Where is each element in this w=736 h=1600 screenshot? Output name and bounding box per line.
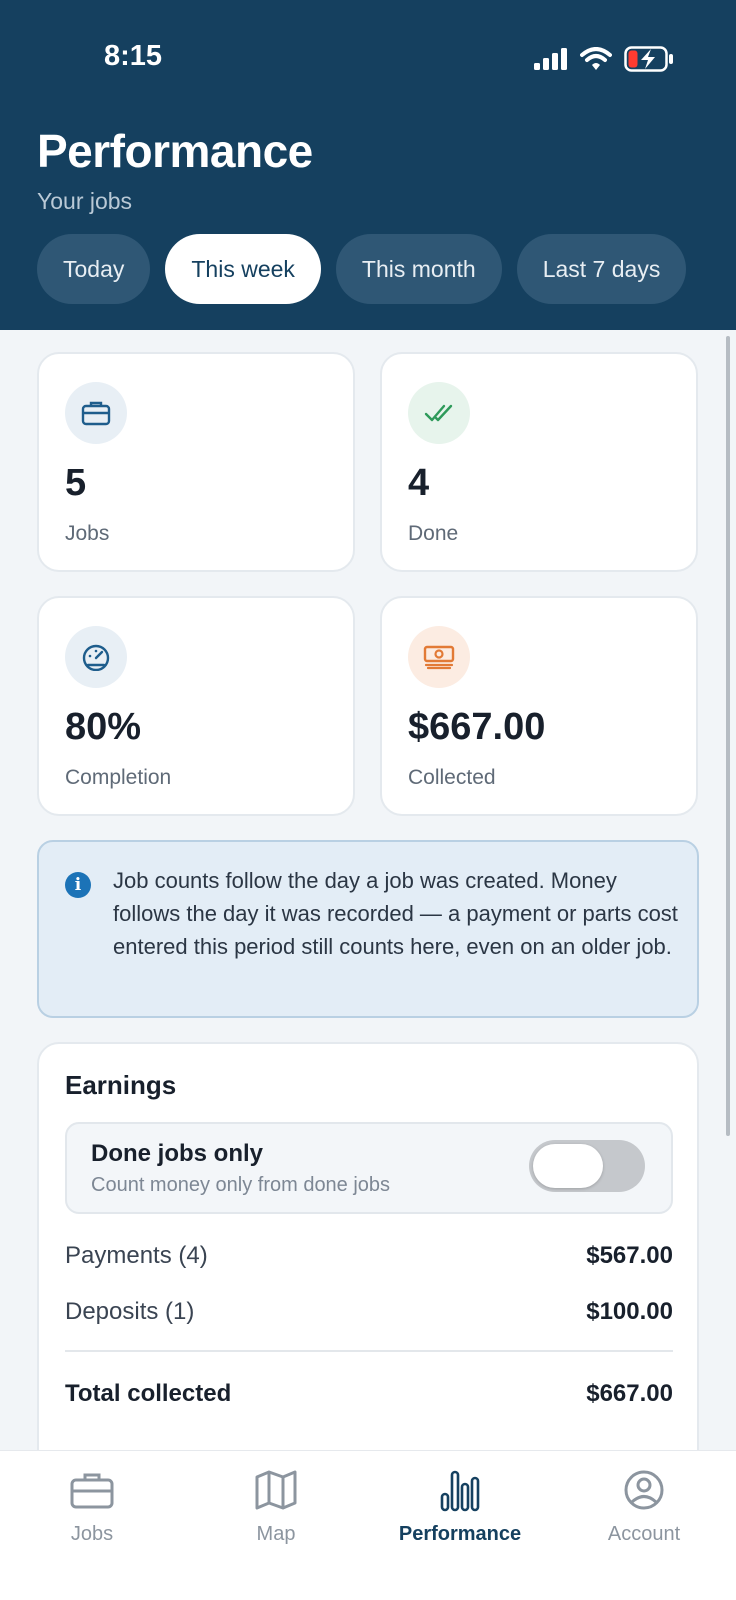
total-label: Total collected [65, 1380, 232, 1407]
nav-map[interactable]: Map [184, 1463, 368, 1573]
wifi-icon [580, 47, 612, 76]
tab-last-7-days[interactable]: Last 7 days [516, 234, 687, 304]
banknote-icon [408, 626, 470, 688]
map-icon [254, 1463, 298, 1517]
briefcase-icon [65, 382, 127, 444]
bottom-nav: Jobs Map Performance Account [0, 1450, 736, 1600]
battery-icon [624, 46, 674, 77]
status-bar: 8:15 [0, 0, 736, 120]
stat-card-done: 4 Done [380, 352, 698, 572]
row-value: $100.00 [586, 1298, 673, 1325]
signal-icon [534, 48, 568, 75]
done-jobs-only-toggle[interactable] [529, 1140, 645, 1192]
status-icons [534, 46, 674, 77]
stat-value: 4 [408, 462, 430, 504]
nav-label: Map [256, 1523, 296, 1545]
stat-card-jobs: 5 Jobs [37, 352, 355, 572]
toggle-subtitle: Count money only from done jobs [91, 1174, 391, 1196]
divider [65, 1350, 673, 1352]
nav-account[interactable]: Account [552, 1463, 736, 1573]
bar-chart-icon [440, 1463, 480, 1517]
earnings-row-total: Total collected $667.00 [65, 1380, 673, 1408]
stat-label: Completion [65, 766, 172, 789]
toggle-knob [533, 1144, 603, 1188]
row-label: Payments (4) [65, 1242, 208, 1269]
nav-performance[interactable]: Performance [368, 1463, 552, 1573]
tab-today[interactable]: Today [37, 234, 151, 304]
nav-jobs[interactable]: Jobs [0, 1463, 184, 1573]
stat-card-completion: 80% Completion [37, 596, 355, 816]
earnings-card: Earnings Done jobs only Count money only… [37, 1042, 699, 1450]
stat-label: Collected [408, 766, 496, 789]
info-text: Job counts follow the day a job was crea… [113, 868, 678, 959]
page-subtitle: Your jobs [37, 188, 133, 214]
info-icon: i [65, 872, 91, 898]
briefcase-icon [69, 1463, 115, 1517]
earnings-title: Earnings [65, 1070, 177, 1100]
stat-value: 5 [65, 462, 87, 504]
nav-label: Performance [398, 1523, 522, 1545]
earnings-row-payments: Payments (4) $567.00 [65, 1242, 673, 1270]
tab-this-month[interactable]: This month [335, 234, 502, 304]
stat-value: $667.00 [408, 706, 546, 748]
content-scroll[interactable]: 5 Jobs 4 Done 80% Completion $667.00 Col… [0, 330, 736, 1450]
row-value: $567.00 [586, 1242, 673, 1269]
info-banner: i Job counts follow the day a job was cr… [37, 840, 699, 1018]
total-value: $667.00 [586, 1380, 673, 1407]
stat-card-collected: $667.00 Collected [380, 596, 698, 816]
earnings-row-deposits: Deposits (1) $100.00 [65, 1298, 673, 1326]
account-icon [623, 1463, 665, 1517]
header: 8:15 Performance Your jobs Today This we… [0, 0, 736, 330]
stat-label: Jobs [65, 522, 110, 545]
double-check-icon [408, 382, 470, 444]
stat-label: Done [408, 522, 459, 545]
stat-value: 80% [65, 706, 142, 748]
period-tabs: Today This week This month Last 7 days [37, 234, 687, 304]
page-title: Performance [37, 125, 313, 177]
toggle-title: Done jobs only [91, 1140, 264, 1167]
done-jobs-only-setting: Done jobs only Count money only from don… [65, 1122, 673, 1214]
status-time: 8:15 [104, 40, 163, 72]
scrollbar[interactable] [726, 336, 730, 1136]
tab-this-week[interactable]: This week [165, 234, 321, 304]
row-label: Deposits (1) [65, 1298, 195, 1325]
nav-label: Account [607, 1523, 681, 1545]
nav-label: Jobs [70, 1523, 114, 1545]
gauge-icon [65, 626, 127, 688]
